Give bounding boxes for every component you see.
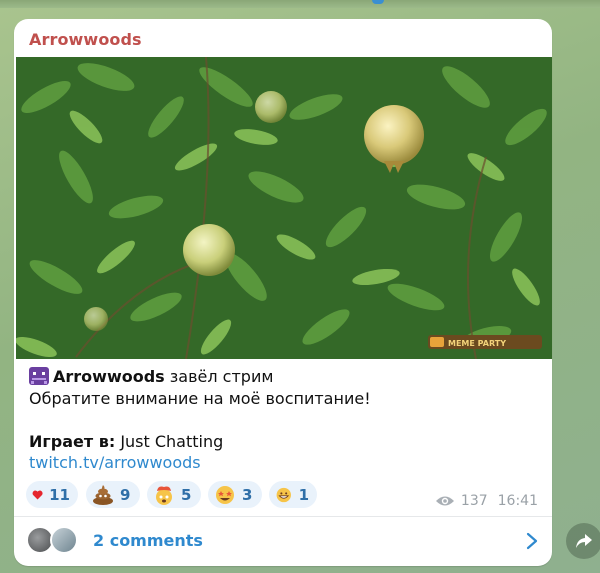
pomegranate-tree-image: MEME PARTY bbox=[16, 57, 552, 359]
comments-row[interactable]: 2 comments bbox=[14, 517, 552, 566]
share-arrow-icon bbox=[576, 534, 592, 548]
reaction-heart[interactable]: 11 bbox=[26, 481, 78, 508]
playing-value: Just Chatting bbox=[120, 431, 224, 451]
photo-watermark-text: MEME PARTY bbox=[448, 339, 506, 348]
reaction-count: 5 bbox=[181, 485, 192, 504]
stream-channel-name: Arrowwoods bbox=[53, 367, 165, 386]
sender-name[interactable]: Arrowwoods bbox=[29, 30, 142, 49]
stream-announcement-line: Arrowwoods завёл стрим bbox=[29, 366, 539, 388]
post-text: Arrowwoods завёл стрим Обратите внимание… bbox=[29, 366, 539, 474]
message-bubble: Arrowwoods MEME PARTY Arrowwoods завёл с… bbox=[14, 19, 552, 566]
pile-of-poo-icon bbox=[93, 484, 113, 505]
playing-label: Играет в: bbox=[29, 431, 116, 451]
heart-icon bbox=[32, 490, 43, 499]
space-invader-icon bbox=[29, 367, 49, 391]
eye-icon bbox=[435, 496, 454, 506]
commenter-avatar bbox=[50, 526, 78, 554]
reaction-grinning[interactable]: 1 bbox=[269, 481, 317, 508]
playing-line: Играет в: Just Chatting bbox=[29, 431, 539, 453]
stream-link-line: twitch.tv/arrowwoods bbox=[29, 452, 539, 474]
views-count: 137 bbox=[460, 493, 488, 509]
reaction-count: 3 bbox=[242, 485, 253, 504]
stream-link[interactable]: twitch.tv/arrowwoods bbox=[29, 453, 201, 472]
stream-action-text: завёл стрим bbox=[169, 367, 274, 386]
grinning-face-icon bbox=[276, 487, 291, 502]
star-struck-icon bbox=[216, 485, 234, 504]
reaction-star-struck[interactable]: 3 bbox=[208, 481, 262, 508]
reaction-count: 9 bbox=[120, 485, 131, 504]
exploding-head-icon bbox=[156, 486, 172, 505]
previous-message-edge bbox=[0, 0, 600, 8]
reaction-count: 1 bbox=[298, 485, 309, 504]
comments-link[interactable]: 2 comments bbox=[93, 531, 203, 550]
reaction-count: 11 bbox=[49, 485, 70, 504]
message-text: Обратите внимание на моё воспитание! bbox=[29, 388, 371, 408]
chevron-right-icon bbox=[526, 532, 538, 550]
message-meta: 137 16:41 bbox=[435, 493, 538, 509]
reaction-exploding-head[interactable]: 5 bbox=[147, 481, 201, 508]
share-button[interactable] bbox=[566, 523, 600, 559]
post-photo[interactable]: MEME PARTY bbox=[16, 57, 552, 359]
message-time: 16:41 bbox=[497, 493, 538, 509]
reaction-poo[interactable]: 9 bbox=[86, 481, 140, 508]
